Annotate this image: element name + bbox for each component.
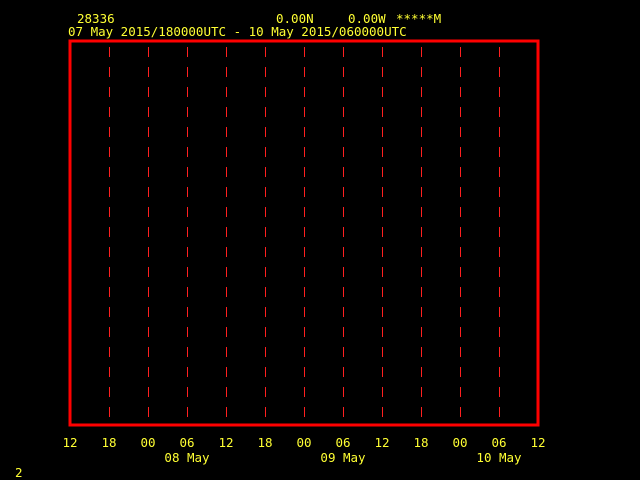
x-tick-label: 06: [179, 435, 194, 450]
x-tick-label: 18: [413, 435, 428, 450]
x-tick-label: 00: [296, 435, 311, 450]
x-tick-labels: 12 18 00 06 12 18 00 06 12 18 00 06 12: [62, 435, 545, 450]
time-range: 07 May 2015/180000UTC - 10 May 2015/0600…: [68, 24, 407, 39]
date-label: 10 May: [476, 450, 522, 465]
gridline-group: [109, 47, 500, 422]
x-tick-label: 12: [530, 435, 545, 450]
x-tick-label: 00: [452, 435, 467, 450]
date-label: 08 May: [164, 450, 210, 465]
page-number: 2: [15, 465, 23, 480]
x-tick-label: 18: [257, 435, 272, 450]
date-label: 09 May: [320, 450, 366, 465]
x-tick-label: 00: [140, 435, 155, 450]
date-labels: 08 May 09 May 10 May: [164, 450, 522, 465]
x-tick-label: 12: [218, 435, 233, 450]
x-tick-label: 06: [491, 435, 506, 450]
x-tick-label: 12: [62, 435, 77, 450]
x-tick-label: 18: [101, 435, 116, 450]
x-tick-label: 12: [374, 435, 389, 450]
meteogram-chart: 12 18 00 06 12 18 00 06 12 18 00 06 12 08 May 09 May 1…: [62, 39, 546, 465]
x-tick-label: 06: [335, 435, 350, 450]
